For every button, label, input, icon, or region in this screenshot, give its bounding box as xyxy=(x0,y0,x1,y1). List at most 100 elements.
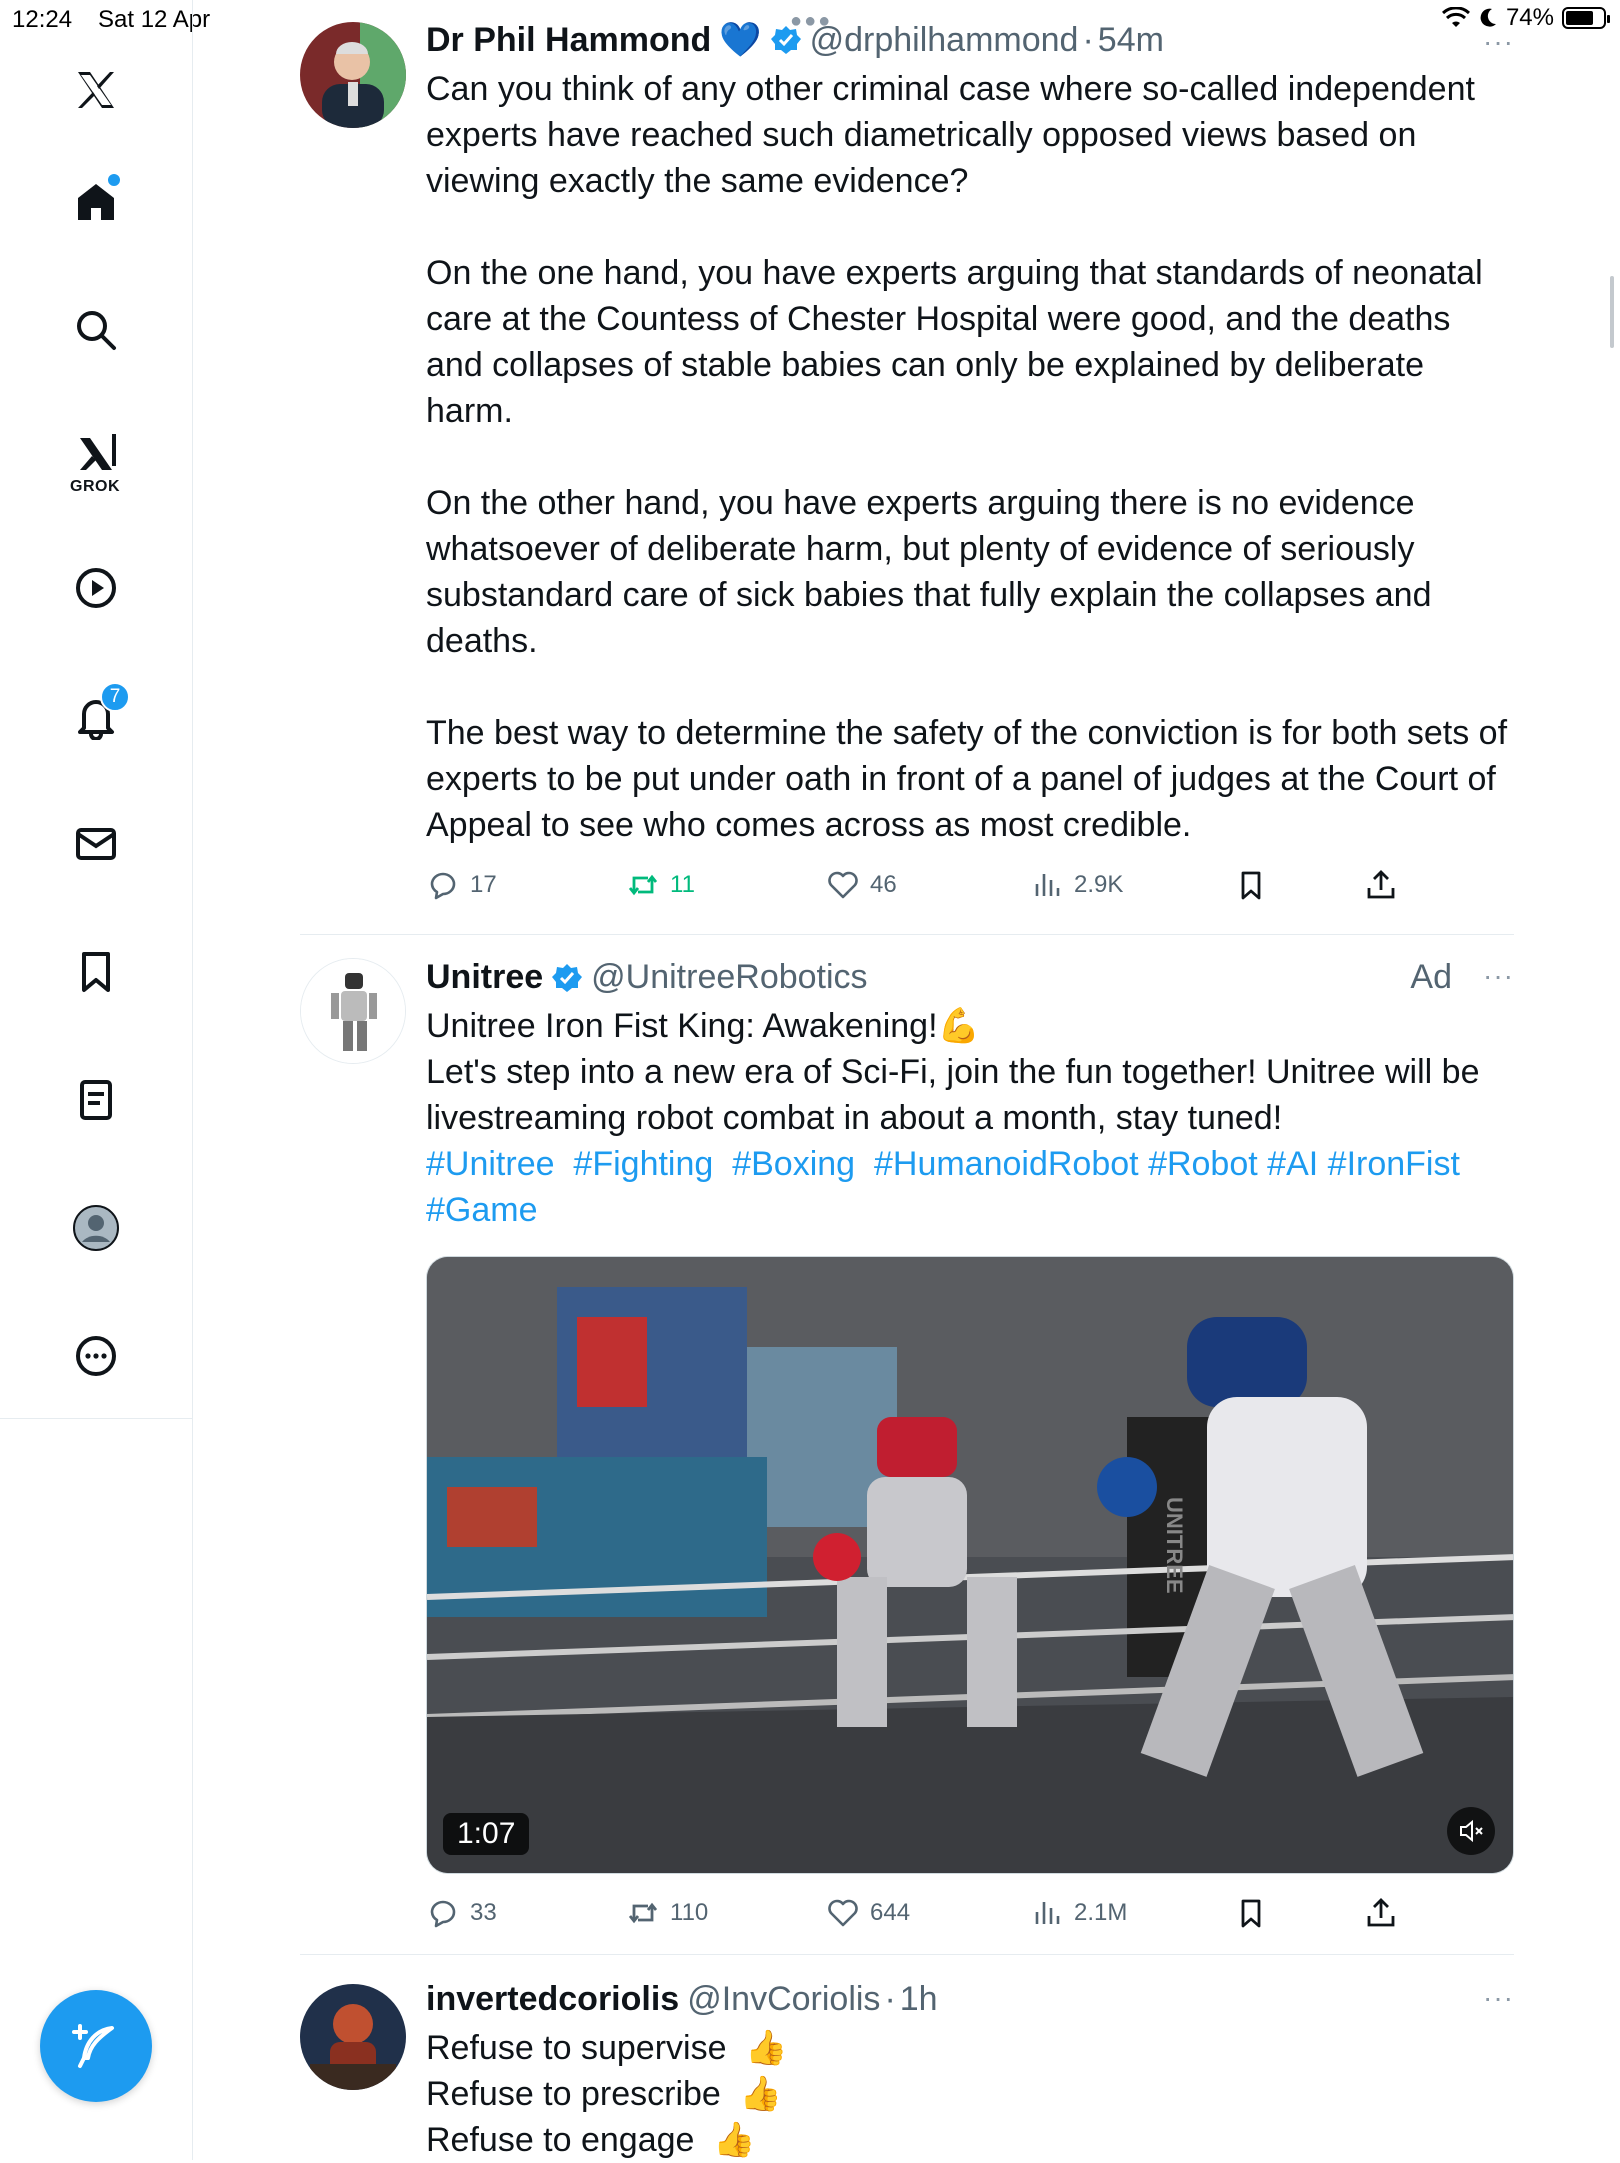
hashtag-link[interactable]: #Boxing xyxy=(732,1145,855,1183)
author-name[interactable]: invertedcoriolis xyxy=(426,1980,679,2019)
sidebar: GROK 7 xyxy=(0,0,193,2160)
tweet-more-button[interactable]: ··· xyxy=(1483,26,1514,58)
views-button[interactable]: 2.9K xyxy=(1030,868,1123,902)
tweet-line-text: Refuse to supervise xyxy=(426,2029,727,2067)
tweet-more-button[interactable]: ··· xyxy=(1483,1982,1514,2014)
tweet-header: invertedcoriolis @InvCoriolis · 1h xyxy=(426,1980,1514,2019)
like-count: 46 xyxy=(870,871,897,898)
compose-feather-icon xyxy=(72,2024,114,2068)
tweet-header: Dr Phil Hammond 💙 @drphilhammond · 54m xyxy=(426,20,1514,60)
grok-icon xyxy=(80,434,116,470)
sidebar-item-notifications[interactable]: 7 xyxy=(66,682,130,746)
tweet-actions: 17 11 46 2.9K xyxy=(426,868,1416,908)
tweet-line: Refuse to supervise 👍 xyxy=(426,2025,1514,2071)
reply-button[interactable]: 33 xyxy=(426,1896,497,1930)
reply-icon xyxy=(430,872,456,900)
x-logo[interactable] xyxy=(66,60,126,120)
author-handle[interactable]: @InvCoriolis xyxy=(687,1980,880,2019)
tweet-actions: 33 110 644 2.1M xyxy=(426,1896,1416,1936)
video-player[interactable]: UNITREE 1:07 xyxy=(426,1256,1514,1874)
sidebar-item-more[interactable] xyxy=(66,1326,126,1386)
reply-icon xyxy=(430,1900,456,1928)
speaker-muted-icon xyxy=(1460,1819,1483,1843)
tweet-line: Refuse to engage 👍 xyxy=(426,2117,1514,2163)
bookmark-button[interactable] xyxy=(1234,1896,1268,1930)
like-count: 644 xyxy=(870,1899,911,1926)
hashtag-link[interactable]: #HumanoidRobot xyxy=(874,1145,1139,1183)
retweet-button[interactable]: 110 xyxy=(626,1896,708,1930)
video-duration: 1:07 xyxy=(443,1813,530,1855)
tweet-line-text: Refuse to engage xyxy=(426,2121,695,2159)
tweet-body: invertedcoriolis @InvCoriolis · 1h ··· R… xyxy=(426,1980,1514,2163)
bookmarks-icon xyxy=(82,952,110,992)
sidebar-item-lists[interactable] xyxy=(66,1070,126,1130)
like-button[interactable]: 46 xyxy=(826,868,897,902)
retweet-count: 110 xyxy=(670,1899,709,1926)
author-name[interactable]: Dr Phil Hammond xyxy=(426,21,711,60)
share-icon xyxy=(1367,1898,1395,1927)
sidebar-item-profile[interactable] xyxy=(66,1198,126,1258)
tweet-body: Unitree @UnitreeRobotics Ad ··· Unitree … xyxy=(426,958,1514,1233)
lists-icon xyxy=(80,1080,112,1120)
thumbs-up-emoji: 👍 xyxy=(713,2121,756,2159)
thumbs-up-emoji: 👍 xyxy=(739,2075,783,2113)
author-handle[interactable]: @drphilhammond xyxy=(810,21,1079,60)
sidebar-item-grok[interactable] xyxy=(66,422,126,482)
retweet-button[interactable]: 11 xyxy=(626,868,695,902)
avatar[interactable] xyxy=(300,22,406,128)
scrollbar-thumb[interactable] xyxy=(1610,276,1614,348)
battery-icon xyxy=(1562,7,1610,29)
ad-label: Ad xyxy=(1410,958,1452,996)
hashtag-link[interactable]: #Robot xyxy=(1148,1145,1258,1183)
bookmark-icon xyxy=(1241,1899,1261,1928)
author-name[interactable]: Unitree xyxy=(426,958,543,997)
video-icon xyxy=(76,568,116,608)
hashtags: #Unitree #Fighting #Boxing #HumanoidRobo… xyxy=(426,1141,1514,1233)
heart-icon xyxy=(828,871,858,899)
mute-button[interactable] xyxy=(1447,1807,1495,1855)
views-count: 2.9K xyxy=(1074,871,1124,898)
sidebar-item-home[interactable] xyxy=(66,172,126,232)
tweet-body: Dr Phil Hammond 💙 @drphilhammond · 54m ·… xyxy=(426,20,1514,848)
author-handle[interactable]: @UnitreeRobotics xyxy=(591,958,867,997)
post-time[interactable]: 54m xyxy=(1098,21,1164,60)
avatar[interactable] xyxy=(300,958,406,1064)
tweet-divider xyxy=(300,1954,1514,1955)
bookmark-button[interactable] xyxy=(1234,868,1268,902)
search-icon xyxy=(77,311,116,350)
hashtag-link[interactable]: #Unitree xyxy=(426,1145,555,1183)
views-chart-icon xyxy=(1035,1902,1060,1924)
tweet-paragraph: On the other hand, you have experts argu… xyxy=(426,484,1432,660)
hashtag-link[interactable]: #AI xyxy=(1267,1145,1318,1183)
reply-button[interactable]: 17 xyxy=(426,868,497,902)
hashtag-link[interactable]: #Fighting xyxy=(573,1145,713,1183)
reply-count: 17 xyxy=(470,871,497,898)
tweet-line: Refuse to prescribe 👍 xyxy=(426,2071,1514,2117)
share-button[interactable] xyxy=(1364,1896,1398,1930)
tweet-more-button[interactable]: ··· xyxy=(1483,960,1514,992)
compose-post-button[interactable] xyxy=(40,1990,152,2102)
hashtag-link[interactable]: #Game xyxy=(426,1191,538,1229)
post-time[interactable]: 1h xyxy=(900,1980,938,2019)
sidebar-item-bookmarks[interactable] xyxy=(66,942,126,1002)
x-logo-icon xyxy=(78,72,114,108)
avatar[interactable] xyxy=(300,1984,406,2090)
heart-icon xyxy=(828,1899,858,1927)
blue-heart-emoji: 💙 xyxy=(719,21,762,59)
sidebar-item-messages[interactable] xyxy=(66,814,126,874)
views-chart-icon xyxy=(1035,874,1060,896)
tweet-text: Can you think of any other criminal case… xyxy=(426,66,1514,848)
tweet-line-text: Refuse to prescribe xyxy=(426,2075,721,2113)
verified-badge-icon xyxy=(552,963,583,992)
messages-icon xyxy=(76,828,116,860)
hashtag-link[interactable]: #IronFist xyxy=(1328,1145,1460,1183)
views-button[interactable]: 2.1M xyxy=(1030,1896,1127,1930)
share-button[interactable] xyxy=(1364,868,1398,902)
views-count: 2.1M xyxy=(1074,1899,1128,1926)
tweet-header: Unitree @UnitreeRobotics xyxy=(426,958,1514,997)
sidebar-item-video[interactable] xyxy=(66,558,126,618)
sidebar-item-search[interactable] xyxy=(66,300,126,360)
like-button[interactable]: 644 xyxy=(826,1896,910,1930)
video-frame: UNITREE xyxy=(427,1257,1513,1873)
bookmark-icon xyxy=(1241,871,1261,900)
